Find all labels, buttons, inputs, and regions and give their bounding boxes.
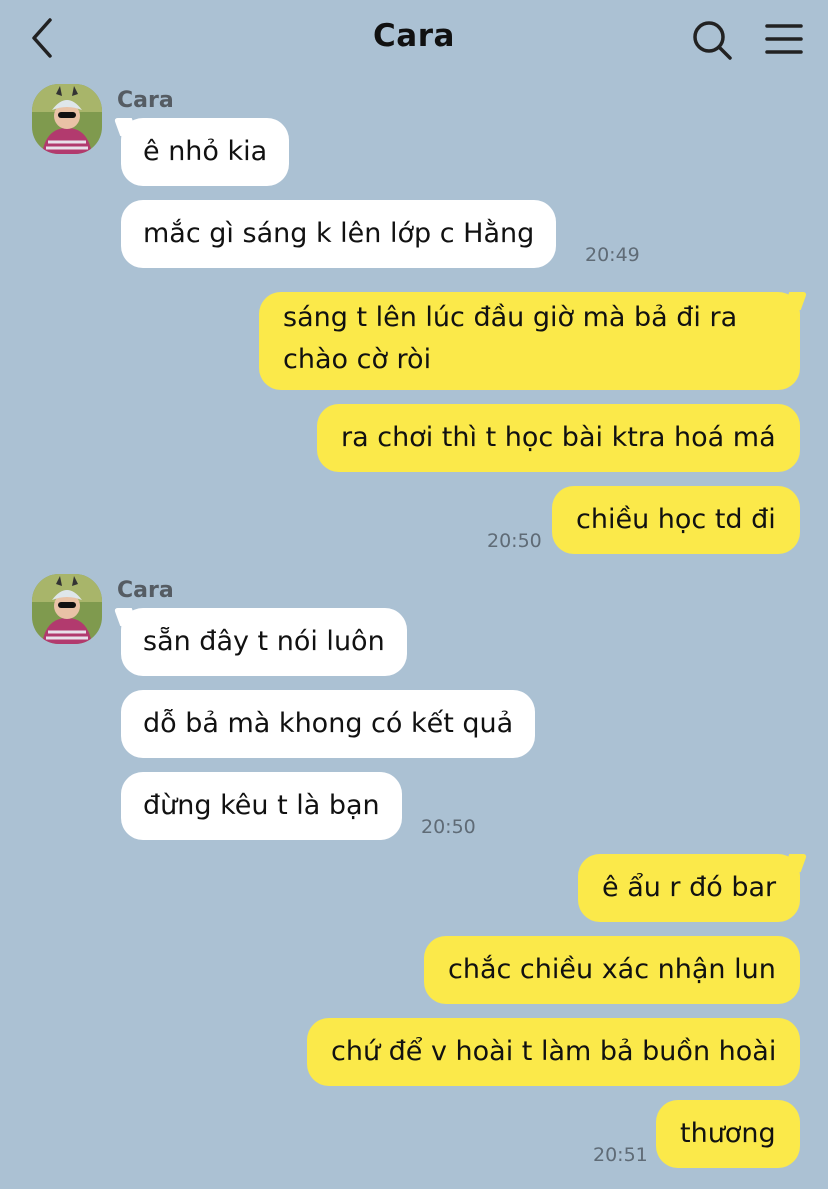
message-text: ê nhỏ kia — [143, 136, 268, 167]
message-bubble-incoming[interactable]: dỗ bả mà khong có kết quả — [121, 690, 536, 758]
message-timestamp: 20:50 — [421, 816, 476, 838]
back-button[interactable] — [24, 16, 64, 60]
message-text: sáng t lên lúc đầu giờ mà bả đi ra chào … — [283, 302, 738, 375]
message-bubble-outgoing[interactable]: ê ẩu r đó bar — [578, 854, 801, 922]
search-button[interactable] — [690, 18, 734, 62]
sender-name: Cara — [117, 88, 174, 113]
message-text: ra chơi thì t học bài ktra hoá má — [341, 422, 776, 453]
search-icon — [693, 21, 732, 60]
message-bubble-outgoing[interactable]: thương — [656, 1100, 800, 1168]
message-text: sẵn đây t nói luôn — [143, 626, 385, 657]
message-bubble-outgoing[interactable]: chắc chiều xác nhận lun — [424, 936, 800, 1004]
avatar[interactable] — [32, 574, 102, 644]
message-text: dỗ bả mà khong có kết quả — [143, 708, 514, 739]
message-text: mắc gì sáng k lên lớp c Hằng — [143, 218, 535, 249]
sender-name: Cara — [117, 578, 174, 603]
message-bubble-outgoing[interactable]: sáng t lên lúc đầu giờ mà bả đi ra chào … — [259, 292, 800, 390]
message-text: chứ để v hoài t làm bả buồn hoài — [331, 1036, 777, 1067]
message-text: đừng kêu t là bạn — [143, 790, 380, 821]
message-text: chiều học td đi — [576, 504, 776, 535]
message-bubble-incoming[interactable]: sẵn đây t nói luôn — [121, 608, 407, 676]
avatar[interactable] — [32, 84, 102, 154]
hamburger-menu-icon — [765, 24, 803, 54]
message-timestamp: 20:49 — [585, 244, 640, 266]
menu-button[interactable] — [764, 20, 804, 60]
message-bubble-incoming[interactable]: mắc gì sáng k lên lớp c Hằng — [121, 200, 557, 268]
message-bubble-incoming[interactable]: ê nhỏ kia — [121, 118, 290, 186]
chat-header: Cara — [0, 0, 828, 78]
message-timestamp: 20:51 — [593, 1144, 648, 1166]
message-text: ê ẩu r đó bar — [602, 872, 777, 903]
message-text: thương — [680, 1118, 776, 1149]
message-bubble-incoming[interactable]: đừng kêu t là bạn — [121, 772, 402, 840]
message-timestamp: 20:50 — [487, 530, 542, 552]
message-text: chắc chiều xác nhận lun — [448, 954, 776, 985]
back-chevron-icon — [32, 18, 52, 58]
message-bubble-outgoing[interactable]: chiều học td đi — [552, 486, 800, 554]
message-bubble-outgoing[interactable]: ra chơi thì t học bài ktra hoá má — [317, 404, 800, 472]
message-bubble-outgoing[interactable]: chứ để v hoài t làm bả buồn hoài — [307, 1018, 801, 1086]
